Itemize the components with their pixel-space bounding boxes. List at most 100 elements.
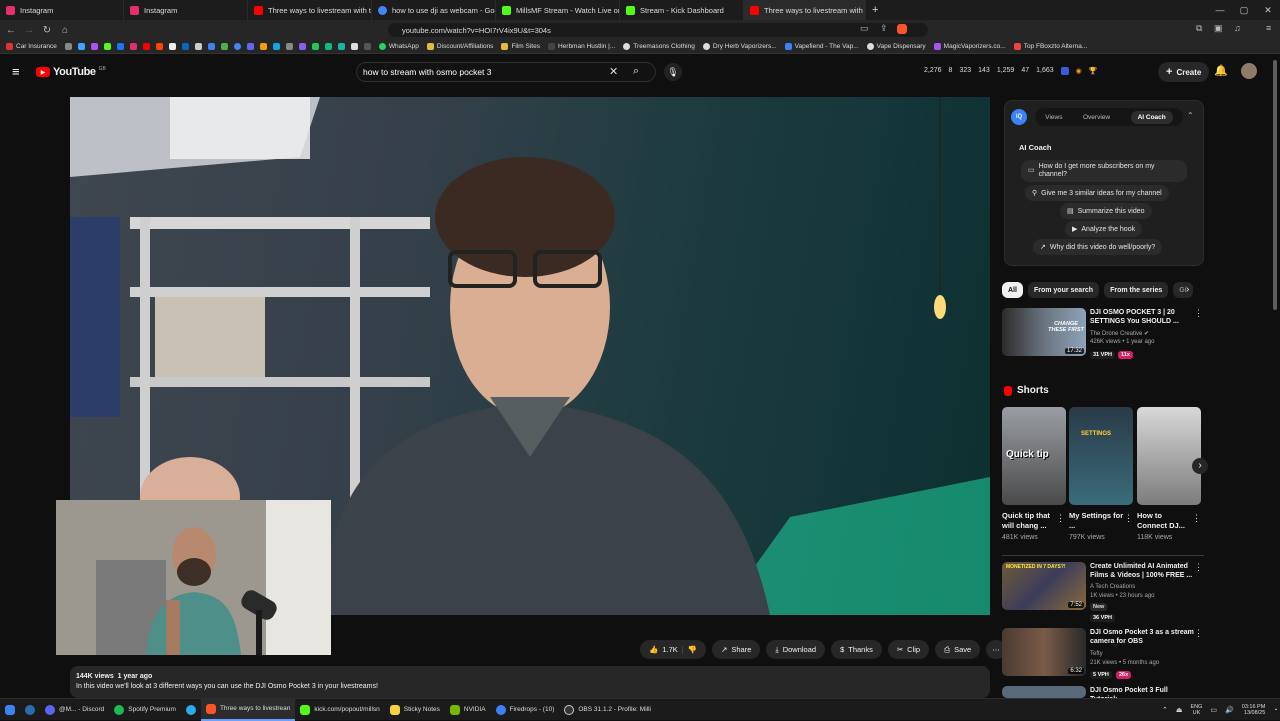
list-item[interactable]: CHANGE THESE FIRST 17:32 DJI OSMO POCKET… [1002, 308, 1207, 360]
suggestion-subscribers[interactable]: ▭ How do I get more subscribers on my cha… [1021, 160, 1187, 182]
bookmark-icon[interactable] [311, 43, 319, 50]
browser-tab[interactable]: Instagram [124, 0, 248, 20]
more-vertical-icon[interactable]: ⋮ [1056, 513, 1065, 524]
suggestion-similar-ideas[interactable]: ⚲ Give me 3 similar ideas for my channel [1025, 185, 1169, 201]
thumbs-down-icon[interactable]: 👎 [688, 645, 697, 654]
suggestion-why-performance[interactable]: ↗ Why did this video do well/poorly? [1033, 239, 1163, 255]
kick-icon[interactable] [103, 43, 111, 50]
bookmark-icon[interactable] [337, 43, 345, 50]
chevron-right-icon[interactable]: › [1186, 284, 1189, 295]
browser-tab-active[interactable]: Three ways to livestream with✕ [744, 0, 866, 20]
bookmark-icon[interactable] [194, 43, 202, 50]
brave-shield-icon[interactable] [897, 24, 907, 34]
share-page-icon[interactable]: ⇪ [880, 23, 888, 34]
menu-icon[interactable]: ≡ [1266, 23, 1271, 33]
short-title[interactable]: Quick tip that will chang ... [1002, 511, 1058, 531]
taskbar-app[interactable]: Three ways to livestrean [200, 698, 296, 721]
download-button[interactable]: ⤓ Download [766, 640, 826, 659]
youtube-logo[interactable]: ▶ YouTube GB [36, 66, 106, 78]
bookmark-icon[interactable] [285, 43, 293, 50]
tab-ai-coach[interactable]: AI Coach [1130, 110, 1173, 124]
close-window-icon[interactable]: ✕ [1256, 0, 1280, 20]
short-title[interactable]: How to Connect DJ... [1137, 511, 1193, 531]
save-button[interactable]: ⎙ Save [935, 640, 981, 659]
facebook-icon[interactable] [116, 43, 124, 50]
short-thumbnail[interactable]: Quick tip [1002, 407, 1066, 505]
bookmark-icon[interactable] [272, 43, 280, 50]
more-vertical-icon[interactable]: ⋮ [1192, 513, 1201, 524]
vidiq-icon[interactable] [1060, 67, 1069, 75]
browser-tab[interactable]: Instagram [0, 0, 124, 20]
taskbar-app[interactable]: kick.com/popout/millsn [295, 699, 384, 721]
list-item[interactable]: DJI Osmo Pocket 3 Full Tutorial: [1002, 686, 1207, 698]
tab-views[interactable]: Views [1045, 114, 1062, 121]
clear-search-icon[interactable]: ✕ [609, 65, 618, 78]
taskbar-app[interactable]: Spotify Premium [109, 699, 181, 721]
scrollbar[interactable] [1273, 60, 1277, 310]
taskbar-app[interactable]: @M... - Discord [40, 699, 109, 721]
clip-button[interactable]: ✂ Clip [887, 640, 930, 659]
short-title[interactable]: My Settings for ... [1069, 511, 1125, 531]
bookmark-icon[interactable] [181, 43, 189, 50]
bookmark[interactable]: Herbman Hustlin |... [547, 43, 615, 50]
suggestion-analyze-hook[interactable]: ▶ Analyze the hook [1065, 221, 1143, 237]
network-icon[interactable]: ▭ [1210, 706, 1217, 714]
suggestion-summarize[interactable]: ▤ Summarize this video [1060, 203, 1152, 219]
notifications-bell-icon[interactable]: 🔔 [1214, 64, 1228, 77]
reddit-icon[interactable] [155, 43, 163, 50]
bookmark-icon[interactable] [220, 43, 228, 50]
search-icon[interactable]: ⌕ [633, 65, 639, 78]
browser-tab[interactable]: how to use dji as webcam - Google S [372, 0, 496, 20]
start-button[interactable] [0, 699, 20, 721]
clock[interactable]: 03:16 PM 13/08/25 [1242, 704, 1266, 716]
bookmark[interactable]: WhatsApp [378, 43, 419, 50]
taskbar-app[interactable]: Sticky Notes [385, 699, 445, 721]
taskbar-app[interactable]: OBS 31.1.2 - Profile: Milli [559, 699, 656, 721]
forward-icon[interactable]: → [22, 25, 36, 36]
media-icon[interactable]: ♫ [1234, 23, 1241, 33]
instagram-icon[interactable] [129, 43, 137, 50]
hamburger-menu-icon[interactable]: ≡ [12, 64, 20, 79]
bookmark-icon[interactable] [246, 43, 254, 50]
short-thumbnail[interactable] [1137, 407, 1201, 505]
create-button[interactable]: + Create [1158, 62, 1210, 82]
browser-tab[interactable]: MillsMF Stream - Watch Live on Kick [496, 0, 620, 20]
more-vertical-icon[interactable]: ⋮ [1124, 513, 1133, 524]
url-field[interactable]: youtube.com/watch?v=HOI7rV4ix9U&t=304s [388, 23, 928, 37]
taskbar-pin[interactable] [20, 699, 40, 721]
bookmark-icon[interactable] [363, 43, 371, 50]
bookmark[interactable]: MagicVaporizers.co... [933, 43, 1006, 50]
bookmark[interactable]: Vapefiend - The Vap... [784, 43, 859, 50]
bookmark-icon[interactable] [259, 43, 267, 50]
back-icon[interactable]: ← [4, 25, 18, 36]
browser-tab[interactable]: Three ways to livestream with the DJI [248, 0, 372, 20]
home-icon[interactable]: ⌂ [58, 25, 72, 36]
list-item[interactable]: MONETIZED IN 7 DAYS?! 7:52 Create Unlimi… [1002, 562, 1207, 622]
bookmark-icon[interactable] [298, 43, 306, 50]
list-item[interactable]: 6:32 DJI Osmo Pocket 3 as a stream camer… [1002, 628, 1207, 680]
language-indicator[interactable]: ENG UK [1191, 704, 1203, 716]
bookmark-icon[interactable] [77, 43, 85, 50]
google-icon[interactable] [233, 43, 241, 50]
volume-icon[interactable]: 🔊 [1225, 706, 1234, 714]
new-tab-button[interactable]: + [866, 0, 884, 20]
bookmark-icon[interactable] [350, 43, 358, 50]
screenshot-icon[interactable]: ▭ [860, 23, 869, 34]
thanks-button[interactable]: $ Thanks [831, 640, 882, 659]
bookmark[interactable]: Car Insurance [6, 43, 57, 50]
like-button[interactable]: 👍 1.7K | 👎 [640, 640, 707, 659]
taskbar-app[interactable]: Firedrops - (10) [491, 699, 560, 721]
more-vertical-icon[interactable]: ⋮ [1194, 308, 1203, 319]
reload-icon[interactable]: ↻ [40, 25, 54, 36]
bookmark[interactable]: Treemasons Clothing [623, 43, 695, 50]
description-box[interactable]: 144K views 1 year ago In this video we'l… [70, 666, 990, 698]
bookmark-icon[interactable] [324, 43, 332, 50]
extension-icon[interactable]: ◉ [1076, 67, 1082, 75]
minimize-icon[interactable]: — [1208, 0, 1232, 20]
browser-tab[interactable]: Stream - Kick Dashboard [620, 0, 744, 20]
bookmark-folder[interactable]: Film Sites [501, 43, 540, 50]
taskbar-pin[interactable] [181, 699, 201, 721]
youtube-icon[interactable] [142, 43, 150, 50]
bookmark-icon[interactable] [207, 43, 215, 50]
chip-partial[interactable]: Gi [1173, 282, 1194, 298]
